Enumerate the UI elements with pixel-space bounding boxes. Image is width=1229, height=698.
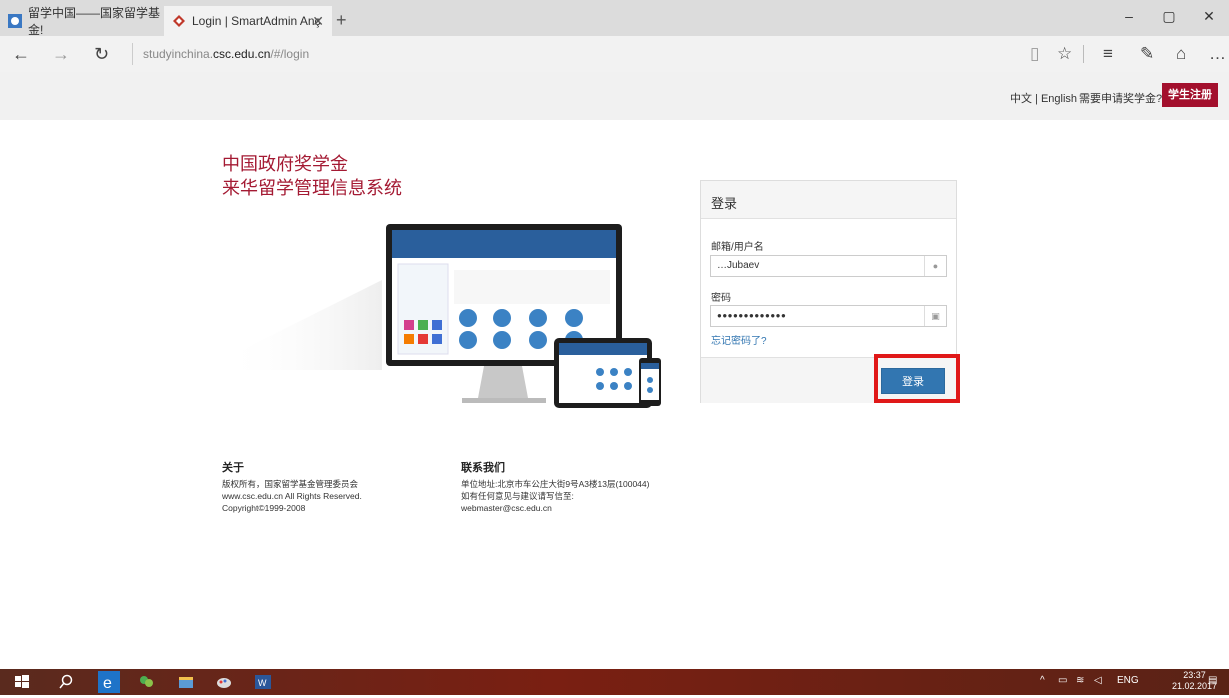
file-explorer-icon[interactable] [178,674,194,690]
more-icon[interactable]: … [1209,44,1226,64]
student-register-button[interactable]: 学生注册 [1162,83,1218,107]
about-heading: 关于 [222,462,244,474]
back-icon[interactable]: ← [12,44,30,65]
devices-illustration [222,220,672,410]
apply-scholarship-link[interactable]: 需要申请奖学金? [1079,90,1162,106]
url-domain: csc.edu.cn [213,47,271,61]
system-title-line2: 来华留学管理信息系统 [222,178,402,198]
password-value: ●●●●●●●●●●●●● [717,311,787,320]
hub-icon[interactable]: ≡ [1103,44,1113,64]
close-window-button[interactable]: ✕ [1189,8,1229,25]
new-tab-button[interactable]: + [336,10,347,31]
search-icon[interactable] [58,674,74,690]
contact-email[interactable]: webmaster@csc.edu.cn [461,502,552,514]
lock-icon: ▣ [924,306,946,326]
windows-taskbar: e W ^ ▭ ≋ ◁ ENG 23:37 21.02.2017 ▤ [0,669,1229,695]
paint-icon[interactable] [216,674,232,690]
volume-icon[interactable]: ◁ [1094,675,1102,686]
password-label: 密码 [711,293,731,304]
input-language[interactable]: ENG [1117,675,1139,686]
about-line: 版权所有，国家留学基金管理委员会 [222,479,359,489]
login-submit-button[interactable]: 登录 [881,368,945,394]
window-controls: – ▢ ✕ [1109,8,1229,25]
address-bar: ← → ↻ studyinchina.csc.edu.cn/#/login ▯ … [0,36,1229,72]
tab-inactive[interactable]: 留学中国——国家留学基金! [0,6,163,37]
tab-active[interactable]: Login | SmartAdmin Anç ✕ [164,6,332,36]
refresh-icon[interactable]: ↻ [94,44,109,65]
favorite-star-icon[interactable]: ☆ [1057,44,1072,64]
url-field[interactable]: studyinchina.csc.edu.cn/#/login [132,43,309,65]
forward-icon[interactable]: → [52,44,70,65]
maximize-button[interactable]: ▢ [1149,8,1189,25]
minimize-button[interactable]: – [1109,8,1149,25]
tab-bar: 留学中国——国家留学基金! Login | SmartAdmin Anç ✕ +… [0,0,1229,37]
user-icon: ● [924,256,946,276]
tab-title: Login | SmartAdmin Anç [192,14,321,28]
wifi-icon[interactable]: ≋ [1076,675,1084,686]
site-header: 中文 | English 需要申请奖学金? 学生注册 [0,72,1229,120]
system-title-line1: 中国政府奖学金 [222,154,348,174]
url-prefix: studyinchina. [143,47,214,61]
forgot-password-link[interactable]: 忘记密码了? [711,332,767,347]
windows-start-icon[interactable] [14,674,30,690]
edge-favicon-icon [8,14,22,28]
contact-heading: 联系我们 [461,462,505,474]
action-center-icon[interactable]: ▤ [1208,675,1217,686]
share-icon[interactable]: ⌂ [1176,44,1186,64]
web-note-icon[interactable]: ✎ [1140,44,1154,64]
contact-line: 单位地址:北京市车公庄大街9号A3楼13层(100044) [461,479,650,489]
edge-icon[interactable]: e [98,671,120,693]
battery-icon[interactable]: ▭ [1058,675,1067,686]
word-icon[interactable]: W [255,674,271,690]
password-input[interactable]: ●●●●●●●●●●●●● ▣ [710,305,947,327]
language-switch[interactable]: 中文 | English [1010,90,1077,106]
svg-text:e: e [103,675,112,692]
toolbar-divider [1083,45,1084,63]
close-tab-icon[interactable]: ✕ [312,13,324,30]
url-path: /#/login [270,47,310,61]
svg-text:W: W [258,678,267,688]
people-app-icon[interactable] [138,674,154,690]
about-line: Copyright©1999-2008 [222,503,306,513]
username-value: …Jubaev [717,260,760,271]
reading-view-icon[interactable]: ▯ [1030,44,1039,64]
contact-line: 如有任何意见与建议请写信至: [461,491,574,501]
username-label: 邮箱/用户名 [711,242,764,253]
login-heading: 登录 [701,181,956,219]
smartadmin-favicon-icon [172,14,186,28]
tab-title: 留学中国——国家留学基金! [28,6,161,37]
username-input[interactable]: …Jubaev ● [710,255,947,277]
tray-chevron-icon[interactable]: ^ [1040,675,1045,686]
about-line: www.csc.edu.cn All Rights Reserved. [222,491,362,501]
